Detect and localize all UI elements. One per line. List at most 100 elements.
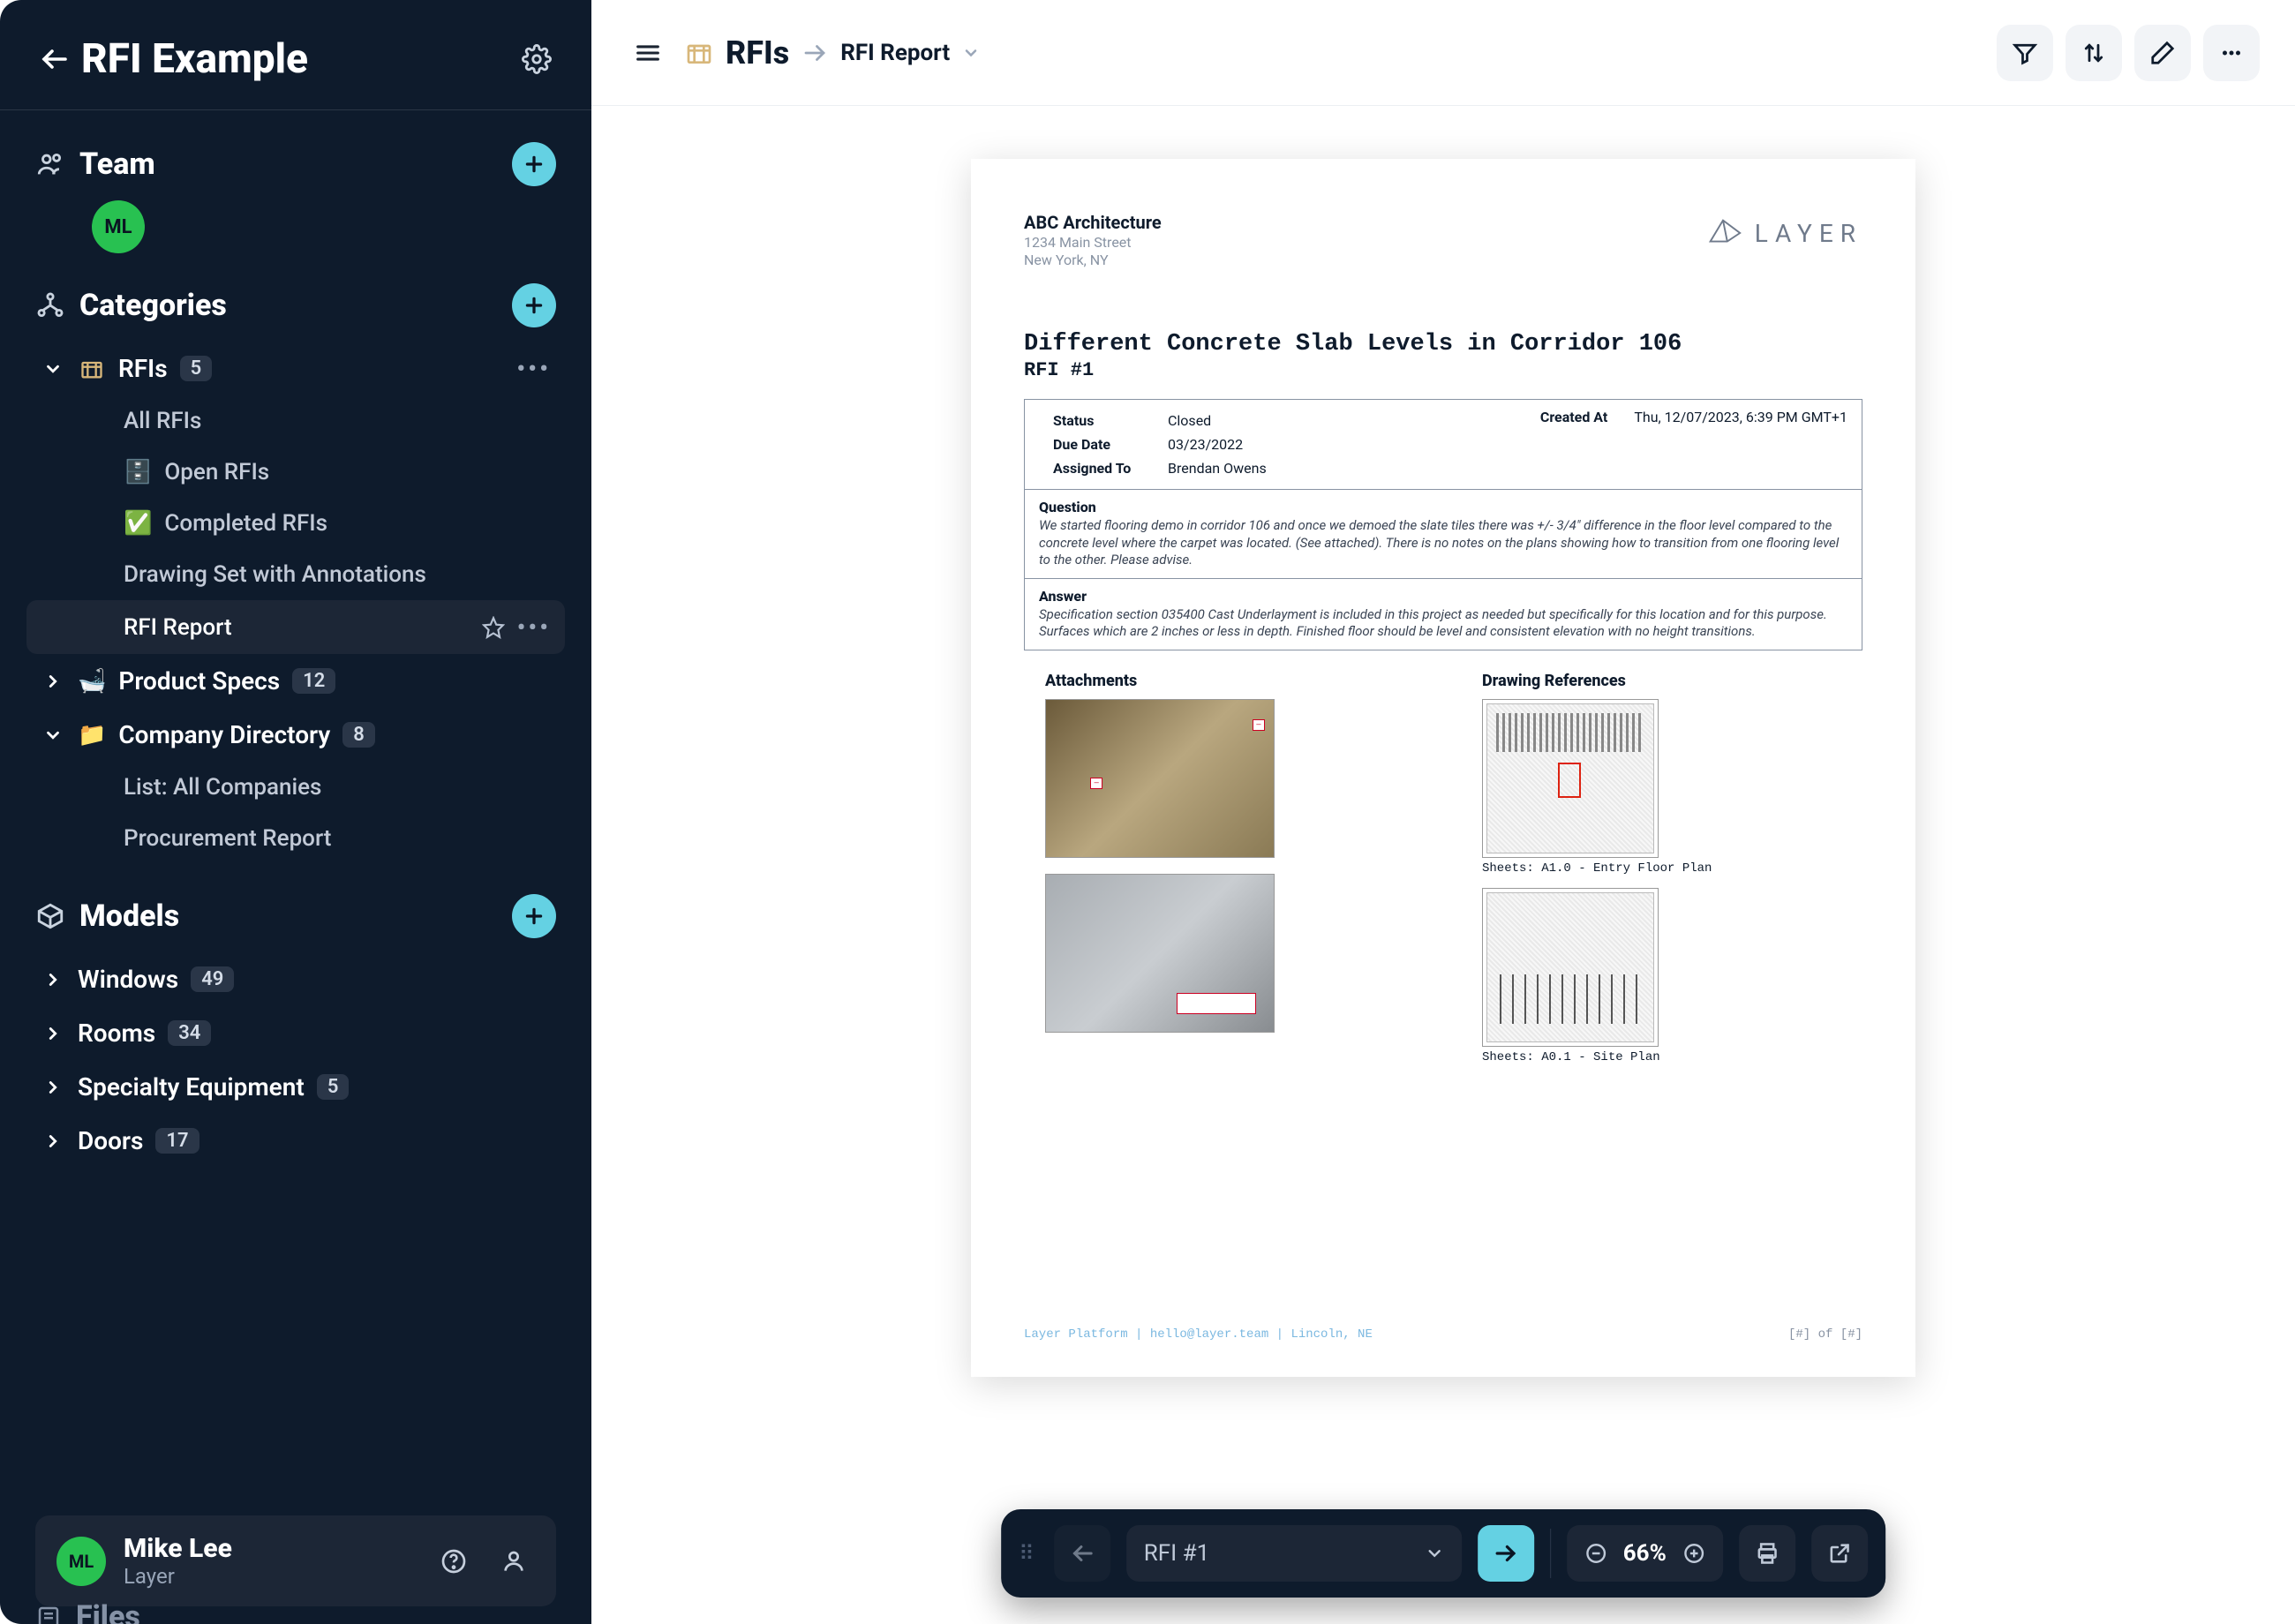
doc-question-label: Question [1039,499,1847,515]
view-drawing-annotations[interactable]: Drawing Set with Annotations [26,549,565,600]
more-button[interactable]: ••• [516,354,551,383]
team-section: Team ML [0,128,591,269]
star-icon[interactable] [482,616,505,639]
view-completed-rfis[interactable]: ✅ Completed RFIs [26,498,565,549]
doc-company-name: ABC Architecture [1024,212,1162,234]
view-label: Drawing Set with Annotations [124,561,426,588]
chevron-down-icon[interactable] [962,44,980,62]
models-tree: Windows 49 Rooms 34 Specialty Equipment … [0,952,591,1168]
hamburger-button[interactable] [627,32,669,74]
meta-assigned-value: Brendan Owens [1168,460,1267,477]
model-item-windows[interactable]: Windows 49 [26,952,565,1006]
user-avatar[interactable]: ML [56,1537,106,1586]
attachment-photo-2 [1045,874,1275,1033]
view-all-companies[interactable]: List: All Companies [26,762,565,813]
chevron-right-icon [41,970,65,989]
doc-meta-table: StatusClosed Due Date03/23/2022 Assigned… [1024,399,1862,650]
category-item-company-directory[interactable]: 📁 Company Directory 8 [26,708,565,762]
meta-status-value: Closed [1168,412,1211,429]
report-canvas[interactable]: ABC Architecture 1234 Main Street New Yo… [591,106,2295,1624]
settings-button[interactable] [517,40,556,79]
user-name: Mike Lee [124,1533,415,1564]
more-button[interactable] [2203,25,2260,81]
project-title: RFI Example [81,35,517,83]
count-badge: 12 [292,668,335,694]
breadcrumb: RFIs RFI Report [685,34,980,71]
back-button[interactable] [35,40,74,79]
doc-question-body: We started flooring demo in corridor 106… [1039,517,1847,569]
files-section-peek[interactable]: Files [35,1599,140,1624]
view-rfi-report[interactable]: RFI Report ••• [26,600,565,654]
category-label: Product Specs [118,666,280,695]
help-button[interactable] [433,1540,475,1583]
sidebar: RFI Example Team ML Categories [0,0,591,1624]
view-open-rfis[interactable]: 🗄️ Open RFIs [26,447,565,498]
drag-handle[interactable]: ⠿ [1019,1549,1038,1558]
view-all-rfis[interactable]: All RFIs [26,395,565,447]
categories-section: Categories [0,269,591,342]
open-external-button[interactable] [1811,1525,1868,1582]
model-item-rooms[interactable]: Rooms 34 [26,1006,565,1060]
doc-footer: Layer Platform | hello@layer.team | Linc… [1024,1327,1862,1342]
app-root: RFI Example Team ML Categories [0,0,2295,1624]
view-label: Procurement Report [124,825,331,852]
model-item-specialty-equipment[interactable]: Specialty Equipment 5 [26,1060,565,1114]
emoji-icon: 📁 [78,722,106,748]
doc-answer-label: Answer [1039,588,1847,605]
record-selector[interactable]: RFI #1 [1126,1525,1462,1582]
emoji-icon: ✅ [124,510,152,537]
add-model-button[interactable] [512,894,556,938]
models-section: Models [0,880,591,952]
edit-button[interactable] [2134,25,2191,81]
drawing-caption-1: Sheets: A1.0 - Entry Floor Plan [1482,861,1862,876]
filter-button[interactable] [1997,25,2053,81]
arrow-right-icon [801,40,828,66]
model-label: Specialty Equipment [78,1072,305,1101]
user-org: Layer [124,1564,415,1589]
doc-company: ABC Architecture 1234 Main Street New Yo… [1024,212,1162,269]
view-label: List: All Companies [124,774,321,801]
emoji-icon: 🗄️ [124,459,152,485]
drawings-label: Drawing References [1461,672,1862,690]
sort-button[interactable] [2066,25,2122,81]
zoom-out-button[interactable] [1581,1542,1611,1565]
prev-record-button[interactable] [1054,1525,1110,1582]
add-team-button[interactable] [512,142,556,186]
doc-attachments: Attachments — — Drawing References [1024,672,1862,1077]
add-category-button[interactable] [512,283,556,327]
attachment-photo-1: — — [1045,699,1275,858]
count-badge: 8 [342,722,375,748]
record-selector-label: RFI #1 [1144,1540,1210,1567]
team-member-avatar[interactable]: ML [92,200,145,253]
view-label: Open RFIs [164,459,269,485]
doc-footer-left: Layer Platform | hello@layer.team | Linc… [1024,1327,1373,1342]
view-label: All RFIs [124,408,201,434]
category-item-product-specs[interactable]: 🛁 Product Specs 12 [26,654,565,708]
doc-title: Different Concrete Slab Levels in Corrid… [1024,331,1862,357]
categories-tree: RFIs 5 ••• All RFIs 🗄️ Open RFIs ✅ Compl… [0,342,591,864]
view-procurement-report[interactable]: Procurement Report [26,813,565,864]
more-button[interactable]: ••• [517,613,551,642]
doc-company-addr2: New York, NY [1024,252,1162,269]
chevron-right-icon [41,672,65,691]
next-record-button[interactable] [1478,1525,1534,1582]
team-icon [35,149,65,179]
print-button[interactable] [1739,1525,1795,1582]
zoom-in-button[interactable] [1679,1542,1709,1565]
doc-footer-right: [#] of [#] [1788,1327,1862,1342]
breadcrumb-main[interactable]: RFIs [726,34,789,71]
bottom-toolbar: ⠿ RFI #1 66% [1001,1509,1885,1598]
breadcrumb-sub[interactable]: RFI Report [840,40,950,66]
toolbar: RFIs RFI Report [591,0,2295,106]
doc-header: ABC Architecture 1234 Main Street New Yo… [1024,212,1862,269]
model-item-doors[interactable]: Doors 17 [26,1114,565,1168]
category-item-rfis[interactable]: RFIs 5 ••• [26,342,565,395]
meta-created-label: Created At [1540,409,1607,480]
models-label: Models [79,898,498,934]
profile-button[interactable] [493,1540,535,1583]
divider [0,109,591,110]
main: RFIs RFI Report [591,0,2295,1624]
user-footer: ML Mike Lee Layer [35,1515,556,1606]
meta-assigned-label: Assigned To [1053,460,1168,477]
document-page: ABC Architecture 1234 Main Street New Yo… [971,159,1915,1377]
